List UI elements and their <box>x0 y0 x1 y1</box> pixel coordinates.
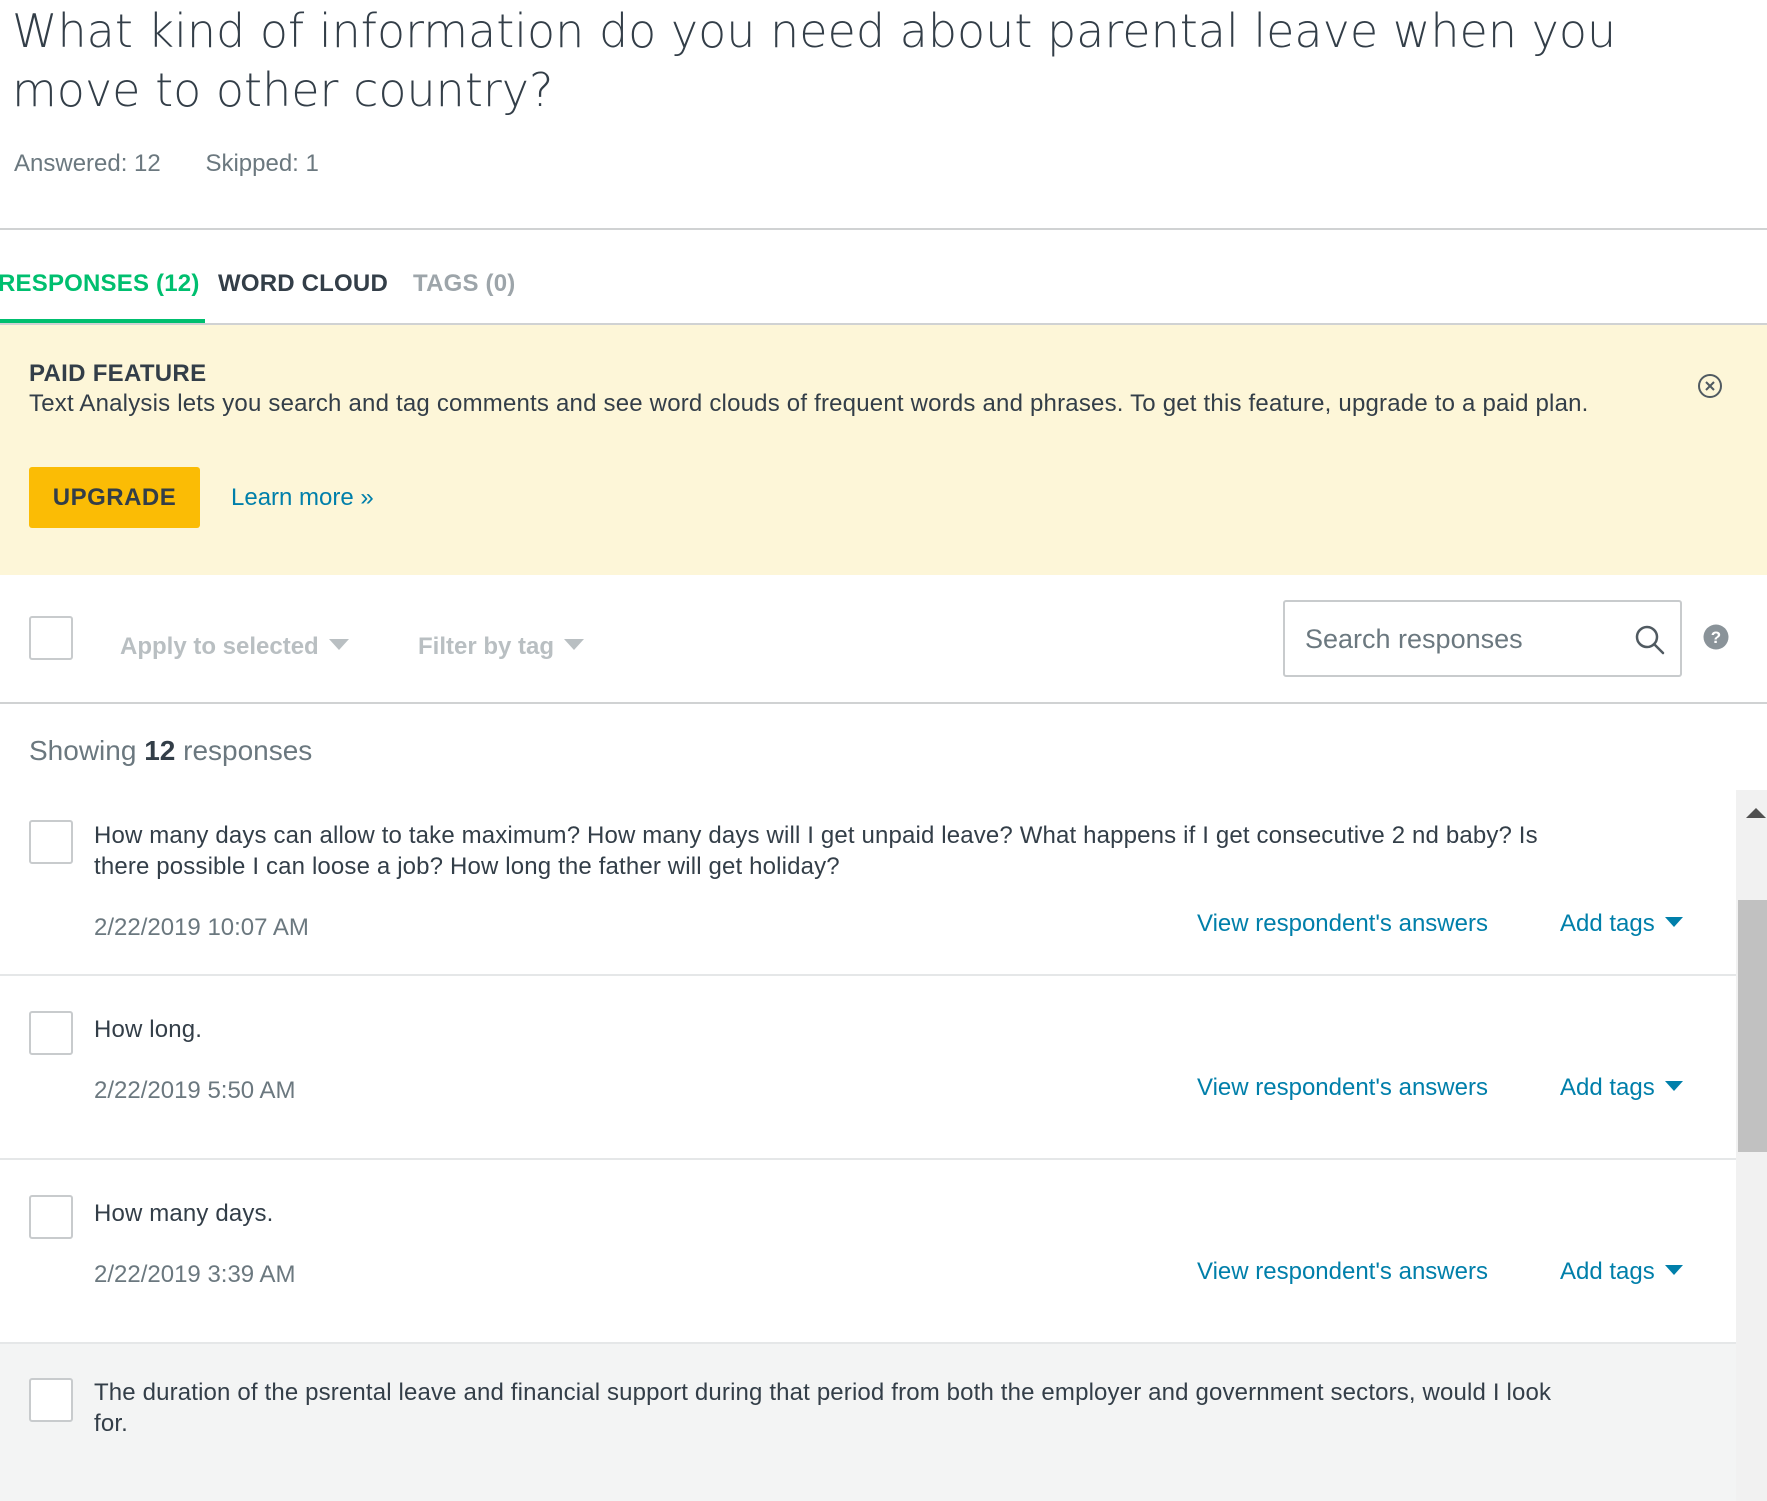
response-checkbox[interactable] <box>29 820 73 864</box>
svg-text:?: ? <box>1711 628 1721 647</box>
search-box <box>1283 600 1682 677</box>
response-text: How long. <box>94 1016 203 1043</box>
skipped-count: Skipped: 1 <box>205 150 319 177</box>
response-checkbox[interactable] <box>29 1011 73 1055</box>
apply-to-selected-dropdown[interactable]: Apply to selected <box>120 633 349 661</box>
paid-feature-banner: PAID FEATURE Text Analysis lets you sear… <box>0 325 1767 575</box>
response-date: 2/22/2019 10:07 AM <box>94 914 309 941</box>
search-icon[interactable] <box>1634 624 1666 656</box>
scroll-up-arrow-icon[interactable] <box>1746 808 1766 818</box>
banner-text: Text Analysis lets you search and tag co… <box>29 390 1589 417</box>
close-circle-icon[interactable] <box>1697 373 1723 399</box>
filter-by-tag-dropdown[interactable]: Filter by tag <box>418 633 585 661</box>
response-text: How many days can allow to take maximum?… <box>94 822 1538 880</box>
add-tags-dropdown[interactable]: Add tags <box>1560 910 1683 938</box>
add-tags-label: Add tags <box>1560 1258 1655 1285</box>
filter-by-tag-label: Filter by tag <box>418 633 555 660</box>
list-item: How long. 2/22/2019 5:50 AM View respond… <box>0 976 1736 1160</box>
showing-suffix: responses <box>183 735 313 766</box>
add-tags-dropdown[interactable]: Add tags <box>1560 1258 1683 1286</box>
view-respondent-answers-link[interactable]: View respondent's answers <box>1197 1074 1488 1102</box>
response-text: How many days. <box>94 1200 274 1227</box>
tab-responses[interactable]: RESPONSES (12) <box>0 270 200 298</box>
list-item: How many days. 2/22/2019 3:39 AM View re… <box>0 1160 1736 1344</box>
response-date: 2/22/2019 5:50 AM <box>94 1077 296 1104</box>
response-list: How many days can allow to take maximum?… <box>0 790 1736 1501</box>
response-text: The duration of the psrental leave and f… <box>94 1379 1552 1437</box>
banner-title: PAID FEATURE <box>29 360 207 387</box>
response-stats: Answered: 12 Skipped: 1 <box>14 150 357 178</box>
tab-word-cloud[interactable]: WORD CLOUD <box>218 270 388 298</box>
response-date: 2/22/2019 3:39 AM <box>94 1261 296 1288</box>
responses-toolbar: Apply to selected Filter by tag ? <box>0 575 1767 702</box>
add-tags-label: Add tags <box>1560 910 1655 937</box>
upgrade-button[interactable]: UPGRADE <box>29 467 200 528</box>
showing-count: Showing 12 responses <box>29 735 312 767</box>
response-checkbox[interactable] <box>29 1195 73 1239</box>
showing-number: 12 <box>144 735 176 766</box>
select-all-checkbox[interactable] <box>29 616 73 660</box>
caret-down-icon <box>1664 916 1683 927</box>
tab-tags[interactable]: TAGS (0) <box>413 270 516 298</box>
tab-bar: RESPONSES (12) WORD CLOUD TAGS (0) <box>0 230 1767 324</box>
showing-prefix: Showing <box>29 735 137 766</box>
list-item: The duration of the psrental leave and f… <box>0 1344 1736 1501</box>
add-tags-dropdown[interactable]: Add tags <box>1560 1074 1683 1102</box>
caret-down-icon <box>564 639 585 651</box>
caret-down-icon <box>328 639 349 651</box>
view-respondent-answers-link[interactable]: View respondent's answers <box>1197 1258 1488 1286</box>
add-tags-label: Add tags <box>1560 1074 1655 1101</box>
help-icon[interactable]: ? <box>1703 624 1729 650</box>
search-input[interactable] <box>1305 616 1605 662</box>
divider <box>0 702 1767 704</box>
list-item: How many days can allow to take maximum?… <box>0 790 1736 974</box>
learn-more-link[interactable]: Learn more » <box>231 484 374 512</box>
view-respondent-answers-link[interactable]: View respondent's answers <box>1197 910 1488 938</box>
answered-count: Answered: 12 <box>14 150 161 177</box>
apply-to-selected-label: Apply to selected <box>120 633 319 660</box>
scrollbar-thumb[interactable] <box>1738 900 1767 1152</box>
caret-down-icon <box>1664 1264 1683 1275</box>
caret-down-icon <box>1664 1080 1683 1091</box>
question-title: What kind of information do you need abo… <box>12 4 1617 117</box>
response-checkbox[interactable] <box>29 1378 73 1422</box>
